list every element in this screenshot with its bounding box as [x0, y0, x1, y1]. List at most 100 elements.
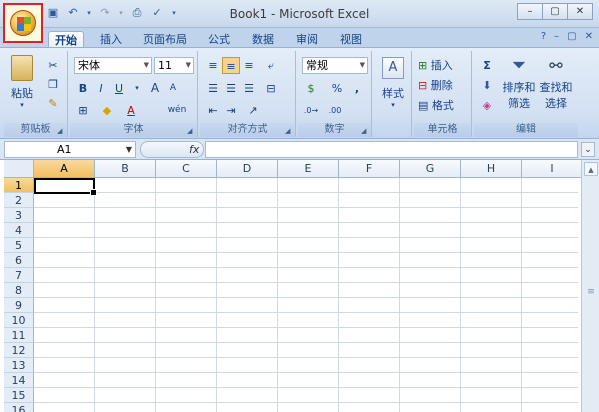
formula-input[interactable] — [205, 141, 578, 158]
number-format-select[interactable]: 常规 ▼ — [302, 57, 368, 74]
row-header-8[interactable]: 8 — [4, 283, 34, 298]
align-center-icon[interactable]: ☰ — [222, 80, 240, 97]
decrease-decimal-icon[interactable]: .00 — [326, 102, 344, 119]
office-button[interactable] — [3, 3, 43, 43]
ribbon-restore-icon[interactable]: ▢ — [567, 31, 576, 42]
column-header-e[interactable]: E — [278, 160, 339, 178]
tab-insert[interactable]: 插入 — [96, 31, 126, 48]
name-box[interactable]: A1 ▼ — [4, 141, 136, 158]
row-header-13[interactable]: 13 — [4, 358, 34, 373]
fill-color-icon[interactable]: ◆ — [98, 102, 116, 119]
bold-button[interactable]: B — [74, 80, 92, 97]
row-header-11[interactable]: 11 — [4, 328, 34, 343]
ribbon-minimize-icon[interactable]: – — [554, 31, 559, 42]
paste-button[interactable]: 粘贴 ▾ — [8, 55, 36, 115]
shrink-font-button[interactable]: A — [164, 80, 182, 97]
grow-font-button[interactable]: A — [146, 80, 164, 97]
increase-indent-icon[interactable]: ⇥ — [222, 102, 240, 119]
row-header-12[interactable]: 12 — [4, 343, 34, 358]
clipboard-launcher-icon[interactable]: ◢ — [57, 127, 65, 135]
alignment-group-label: 对齐方式 — [200, 123, 295, 137]
ribbon-close-icon[interactable]: ✕ — [585, 31, 593, 42]
row-header-16[interactable]: 16 — [4, 403, 34, 412]
merge-center-icon[interactable]: ⊟ — [262, 80, 280, 97]
decrease-indent-icon[interactable]: ⇤ — [204, 102, 222, 119]
expand-formula-bar-icon[interactable]: ⌄ — [581, 142, 595, 157]
tab-data[interactable]: 数据 — [248, 31, 278, 48]
column-header-f[interactable]: F — [339, 160, 400, 178]
orientation-icon[interactable]: ↗ — [244, 102, 262, 119]
clear-icon[interactable]: ◈ — [478, 97, 496, 114]
active-cell[interactable] — [34, 178, 97, 196]
currency-icon[interactable]: $ — [302, 80, 320, 97]
format-cells-button[interactable]: ▤ 格式 — [418, 97, 470, 113]
delete-cells-button[interactable]: ⊟ 删除 — [418, 77, 470, 93]
underline-dropdown-icon[interactable]: ▾ — [128, 80, 146, 97]
percent-button[interactable]: % — [328, 80, 346, 97]
align-left-icon[interactable]: ☰ — [204, 80, 222, 97]
row-header-15[interactable]: 15 — [4, 388, 34, 403]
row-header-2[interactable]: 2 — [4, 193, 34, 208]
cut-icon[interactable]: ✂ — [44, 57, 62, 74]
close-button[interactable]: ✕ — [567, 3, 593, 20]
select-all-button[interactable] — [4, 160, 34, 178]
format-painter-icon[interactable]: ✎ — [44, 95, 62, 112]
row-header-3[interactable]: 3 — [4, 208, 34, 223]
row-header-1[interactable]: 1 — [4, 178, 34, 193]
tab-review[interactable]: 审阅 — [292, 31, 322, 48]
vertical-scrollbar[interactable]: ▲ ≡ — [581, 160, 599, 412]
insert-cells-label: 插入 — [430, 59, 453, 72]
font-size-select[interactable]: 11 ▼ — [154, 57, 194, 74]
scroll-thumb[interactable]: ≡ — [586, 288, 596, 297]
bottom-align-icon[interactable]: ≡ — [240, 57, 258, 74]
borders-icon[interactable]: ⊞ — [74, 102, 92, 119]
column-header-c[interactable]: C — [156, 160, 217, 178]
middle-align-icon[interactable]: ≡ — [222, 57, 240, 74]
autosum-button[interactable]: Σ — [478, 57, 496, 74]
align-right-icon[interactable]: ☰ — [240, 80, 258, 97]
number-launcher-icon[interactable]: ◢ — [361, 127, 369, 135]
styles-button[interactable]: A 样式 ▾ — [377, 57, 409, 117]
scroll-up-icon[interactable]: ▲ — [584, 162, 598, 176]
tab-formulas[interactable]: 公式 — [204, 31, 234, 48]
row-header-4[interactable]: 4 — [4, 223, 34, 238]
row-header-9[interactable]: 9 — [4, 298, 34, 313]
font-name-select[interactable]: 宋体 ▼ — [74, 57, 152, 74]
column-header-d[interactable]: D — [217, 160, 278, 178]
font-launcher-icon[interactable]: ◢ — [187, 127, 195, 135]
column-header-b[interactable]: B — [95, 160, 156, 178]
increase-decimal-icon[interactable]: .0→ — [302, 102, 320, 119]
phonetic-guide-button[interactable]: wén — [164, 102, 190, 119]
font-color-button[interactable]: A — [122, 102, 140, 119]
insert-function-button[interactable]: fx — [189, 142, 199, 157]
alignment-launcher-icon[interactable]: ◢ — [285, 127, 293, 135]
styles-group: A 样式 ▾ — [374, 51, 412, 137]
find-select-button[interactable]: ⚯ 查找和 选择 — [538, 55, 574, 117]
column-header-i[interactable]: I — [522, 160, 583, 178]
comma-button[interactable]: , — [348, 80, 366, 97]
row-header-10[interactable]: 10 — [4, 313, 34, 328]
row-header-6[interactable]: 6 — [4, 253, 34, 268]
maximize-button[interactable]: ▢ — [542, 3, 568, 20]
italic-button[interactable]: I — [92, 80, 110, 97]
underline-button[interactable]: U — [110, 80, 128, 97]
row-header-5[interactable]: 5 — [4, 238, 34, 253]
top-align-icon[interactable]: ≡ — [204, 57, 222, 74]
tab-view[interactable]: 视图 — [336, 31, 366, 48]
insert-cells-icon: ⊞ — [418, 59, 428, 72]
tab-page-layout[interactable]: 页面布局 — [140, 31, 190, 48]
row-header-14[interactable]: 14 — [4, 373, 34, 388]
minimize-button[interactable]: – — [517, 3, 543, 20]
sort-filter-button[interactable]: ⏷ 排序和 筛选 — [502, 55, 536, 117]
insert-cells-button[interactable]: ⊞ 插入 — [418, 57, 470, 73]
column-header-h[interactable]: H — [461, 160, 522, 178]
tab-home[interactable]: 开始 — [48, 31, 84, 48]
fill-icon[interactable]: ⬇ — [478, 77, 496, 94]
column-header-g[interactable]: G — [400, 160, 461, 178]
copy-icon[interactable]: ❐ — [44, 76, 62, 93]
help-icon[interactable]: ? — [541, 31, 546, 42]
cell-area[interactable] — [34, 178, 578, 412]
row-header-7[interactable]: 7 — [4, 268, 34, 283]
column-header-a[interactable]: A — [34, 160, 95, 178]
wrap-text-icon[interactable]: ⤶ — [262, 57, 280, 74]
